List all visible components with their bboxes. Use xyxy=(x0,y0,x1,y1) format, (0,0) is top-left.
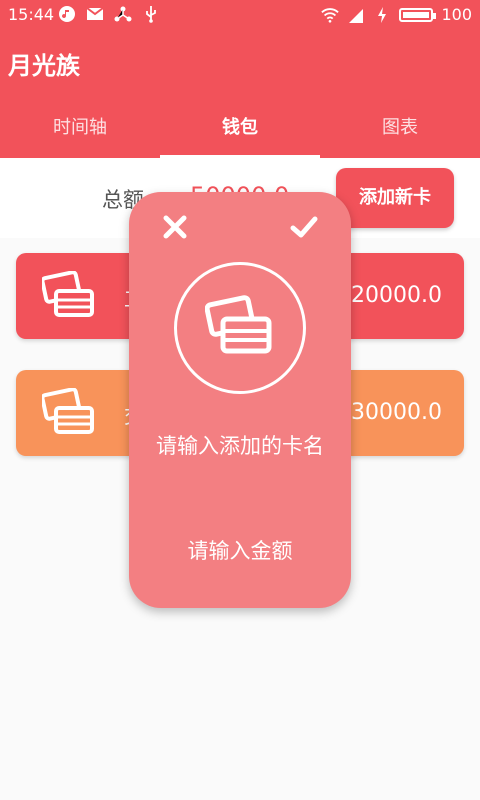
tab-timeline[interactable]: 时间轴 xyxy=(0,100,160,158)
tab-bar: 时间轴 钱包 图表 xyxy=(0,100,480,158)
add-card-dialog: 请输入添加的卡名 请输入金额 xyxy=(129,192,351,608)
tab-charts[interactable]: 图表 xyxy=(320,100,480,158)
battery-level: 100 xyxy=(441,5,472,24)
battery-icon xyxy=(399,7,437,22)
wifi-icon xyxy=(321,7,340,23)
usb-icon xyxy=(146,6,156,23)
app-bar: 月光族 时间轴 钱包 图表 xyxy=(0,30,480,158)
app-title: 月光族 xyxy=(8,52,80,80)
music-note-icon xyxy=(59,6,75,22)
status-time: 15:44 xyxy=(8,5,55,24)
charging-icon xyxy=(378,6,387,23)
card-name-input[interactable]: 请输入添加的卡名 xyxy=(149,432,331,460)
notification-icons xyxy=(58,5,160,23)
card-amount: 30000.0 xyxy=(351,400,442,425)
add-card-button[interactable]: 添加新卡 xyxy=(336,168,454,228)
card-icon-circle xyxy=(174,262,306,394)
card-amount: 20000.0 xyxy=(351,283,442,308)
share-icon xyxy=(114,6,132,22)
credit-card-icon xyxy=(205,295,272,354)
credit-card-icon xyxy=(42,271,94,317)
signal-icon xyxy=(349,8,364,23)
status-bar: 15:44 100 xyxy=(0,0,480,30)
credit-card-icon xyxy=(42,388,94,434)
mail-icon xyxy=(86,7,104,20)
system-icons: 100 xyxy=(321,5,472,24)
check-icon[interactable] xyxy=(290,214,318,240)
amount-input[interactable]: 请输入金额 xyxy=(149,535,331,565)
battery-fill xyxy=(403,11,430,18)
close-icon[interactable] xyxy=(162,214,188,240)
tab-wallet[interactable]: 钱包 xyxy=(160,100,320,158)
